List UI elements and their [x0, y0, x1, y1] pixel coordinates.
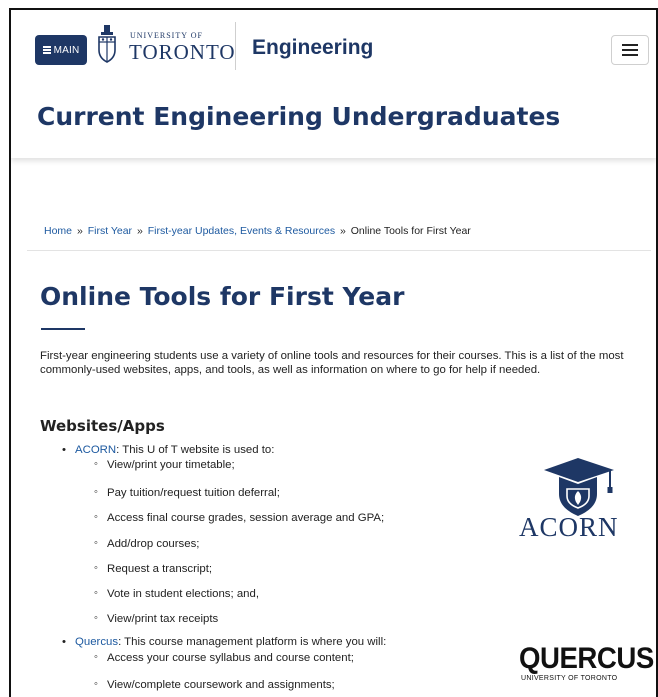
- breadcrumb-separator: »: [76, 225, 83, 237]
- breadcrumb-current: Online Tools for First Year: [350, 225, 471, 237]
- menu-icon: [42, 45, 51, 56]
- breadcrumb-divider: [27, 250, 651, 251]
- title-underline: [41, 328, 85, 330]
- faculty-name[interactable]: Engineering: [252, 36, 373, 60]
- list-item: ◦ Vote in student elections; and,: [94, 587, 259, 600]
- list-item: ◦ Add/drop courses;: [94, 537, 200, 550]
- uoft-wordmark-top[interactable]: UNIVERSITY OF: [130, 31, 203, 40]
- acorn-logo-wordmark: ACORN: [519, 512, 619, 542]
- list-item: ◦ View/complete coursework and assignment…: [94, 678, 335, 691]
- browser-viewport: MAIN UNIVERSITY OF TORONTO Engineering C…: [9, 8, 658, 697]
- intro-paragraph: First-year engineering students use a va…: [40, 350, 624, 376]
- list-item: • Quercus: This course management platfo…: [62, 636, 387, 648]
- list-item: ◦ View/print your timetable;: [94, 458, 235, 471]
- quercus-description: : This course management platform is whe…: [118, 636, 387, 648]
- acorn-description: : This U of T website is used to:: [116, 444, 275, 456]
- list-item: • ACORN: This U of T website is used to:: [62, 444, 275, 456]
- list-item: ◦ Pay tuition/request tuition deferral;: [94, 486, 280, 499]
- header-divider: [235, 22, 236, 70]
- breadcrumb-separator: »: [340, 225, 346, 237]
- uoft-wordmark[interactable]: TORONTO: [129, 40, 236, 65]
- site-title[interactable]: Current Engineering Undergraduates: [37, 102, 560, 131]
- main-menu-label: MAIN: [53, 44, 80, 56]
- breadcrumb: Home » First Year » First-year Updates, …: [44, 225, 471, 237]
- quercus-logo-wordmark: QUERCUS: [519, 642, 654, 675]
- breadcrumb-updates[interactable]: First-year Updates, Events & Resources: [148, 225, 335, 237]
- section-heading: Websites/Apps: [40, 417, 165, 435]
- main-menu-button[interactable]: MAIN: [35, 35, 87, 65]
- quercus-link[interactable]: Quercus: [75, 636, 118, 648]
- list-item: ◦ Access final course grades, session ave…: [94, 511, 385, 524]
- page-title: Online Tools for First Year: [40, 282, 405, 311]
- quercus-logo-subtitle: UNIVERSITY OF TORONTO: [521, 675, 618, 682]
- hamburger-icon[interactable]: [611, 35, 649, 65]
- breadcrumb-first-year[interactable]: First Year: [88, 225, 132, 237]
- site-header: MAIN UNIVERSITY OF TORONTO Engineering C…: [11, 10, 656, 158]
- list-item: ◦ Request a transcript;: [94, 562, 213, 575]
- breadcrumb-separator: »: [136, 225, 143, 237]
- list-item: ◦ Access your course syllabus and course …: [94, 651, 354, 664]
- acorn-link[interactable]: ACORN: [75, 444, 116, 456]
- breadcrumb-home[interactable]: Home: [44, 225, 72, 237]
- uoft-crest-icon[interactable]: [96, 24, 118, 64]
- list-item: ◦ View/print tax receipts: [94, 612, 219, 625]
